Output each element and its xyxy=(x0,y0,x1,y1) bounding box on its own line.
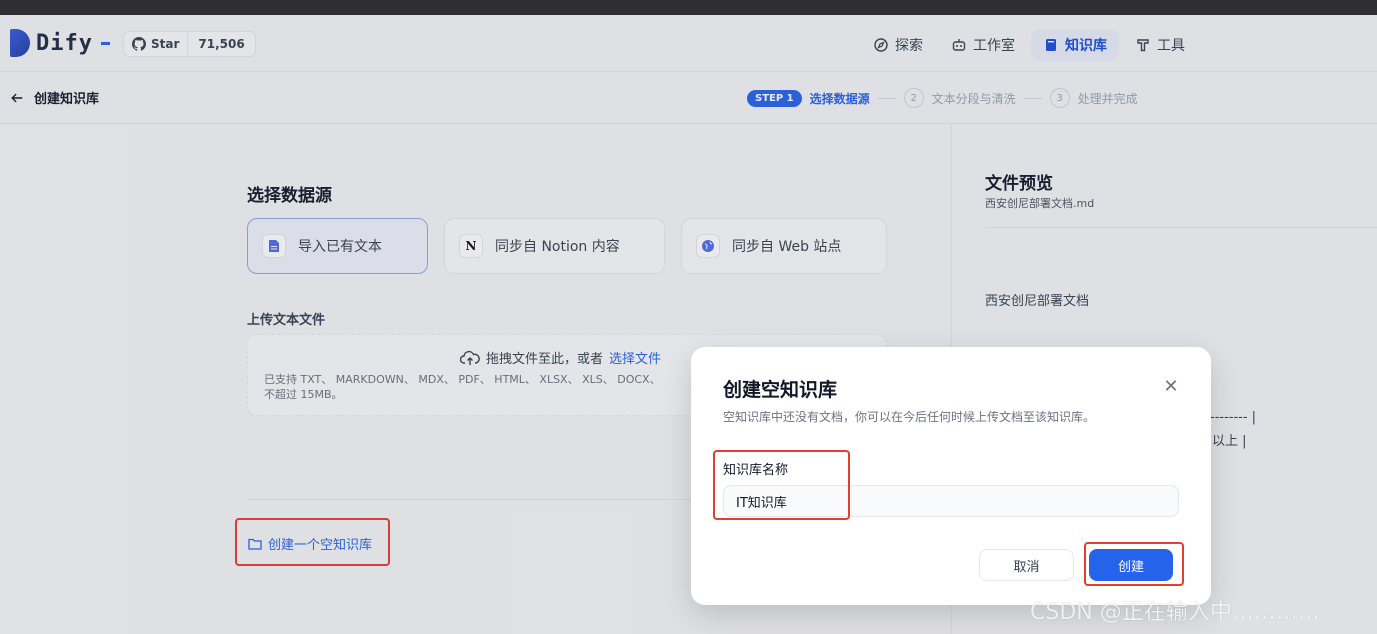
cancel-button[interactable]: 取消 xyxy=(979,549,1074,581)
close-icon[interactable]: ✕ xyxy=(1161,377,1181,397)
dialog-description: 空知识库中还没有文档，你可以在今后任何时候上传文档至该知识库。 xyxy=(723,410,1096,424)
highlight-box-name-field xyxy=(713,450,850,520)
dialog-title: 创建空知识库 xyxy=(723,379,838,401)
csdn-watermark: CSDN @正在输入中………… xyxy=(1030,600,1320,625)
highlight-box-create-button xyxy=(1084,542,1184,586)
